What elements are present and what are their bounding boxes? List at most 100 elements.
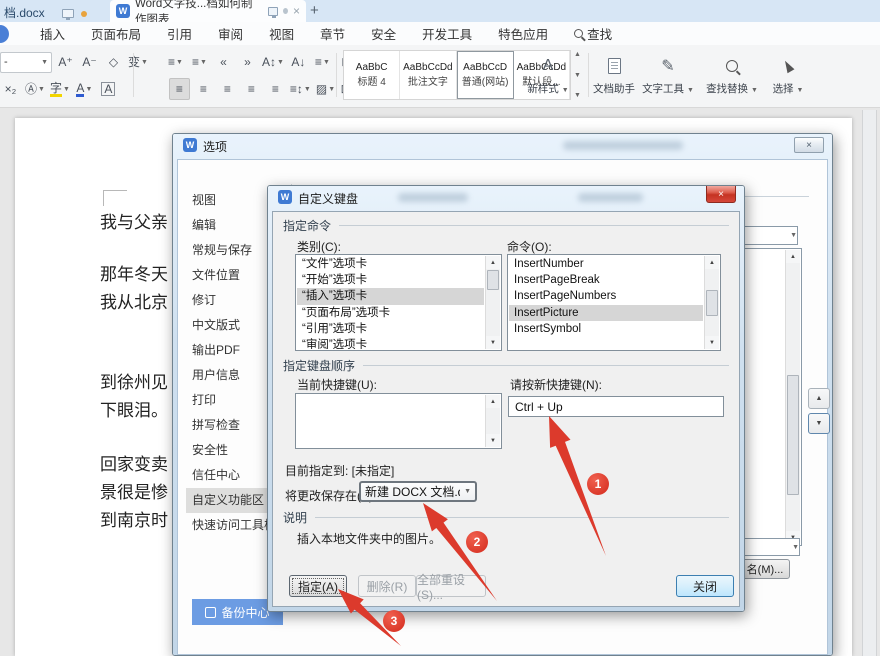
- document-vertical-scrollbar[interactable]: [862, 110, 877, 656]
- highlight-color-icon[interactable]: 字▼: [49, 78, 71, 100]
- keyboard-sequence-section-head: 指定键盘顺序: [283, 357, 729, 374]
- new-style-button[interactable]: A 新样式 ▼: [522, 53, 574, 99]
- category-item[interactable]: “审阅”选项卡: [297, 337, 484, 349]
- new-tab-button[interactable]: +: [310, 2, 319, 19]
- distribute-icon[interactable]: ≡: [265, 78, 286, 100]
- category-item[interactable]: “开始”选项卡: [297, 272, 484, 288]
- close-button[interactable]: 关闭: [676, 575, 734, 597]
- find-replace-button[interactable]: 查找替换 ▼: [706, 53, 758, 99]
- tab-close-icon[interactable]: ×: [293, 4, 300, 18]
- step-badge-2: 2: [466, 531, 488, 553]
- wrench-icon: ✎: [661, 56, 674, 76]
- menu-item[interactable]: 特色应用: [498, 24, 548, 43]
- justify-icon[interactable]: ≡: [241, 78, 262, 100]
- grow-font-icon[interactable]: A⁺: [55, 51, 76, 73]
- blur-artifact: [398, 193, 468, 202]
- clear-format-icon[interactable]: ◇: [103, 51, 124, 73]
- font-color-icon[interactable]: A▼: [74, 78, 95, 100]
- options-close-button[interactable]: ×: [794, 137, 824, 153]
- new-key-label: 请按新快捷键(N):: [510, 376, 602, 393]
- align-distribute-icon[interactable]: ≡▼: [312, 51, 333, 73]
- subscript-icon[interactable]: ×₂: [0, 78, 21, 100]
- command-item[interactable]: InsertPicture: [509, 305, 703, 321]
- pinyin-guide-icon[interactable]: 变▼: [127, 51, 149, 73]
- 标题 4[interactable]: AaBbC 标题 4: [344, 51, 400, 99]
- chevron-up-icon: ▲: [574, 51, 581, 58]
- category-item[interactable]: “页面布局”选项卡: [297, 305, 484, 321]
- new-shortcut-input[interactable]: [508, 396, 724, 417]
- text-tool-button[interactable]: ✎ 文字工具 ▼: [642, 53, 694, 99]
- assign-button[interactable]: 指定(A): [289, 575, 347, 597]
- command-listbox[interactable]: InsertNumberInsertPageBreakInsertPageNum…: [507, 254, 721, 351]
- ribbon-toolbar: -▼ A⁺ A⁻ ◇ 变▼ ≡▼ ≡▼: [0, 45, 880, 108]
- category-item[interactable]: “引用”选项卡: [297, 321, 484, 337]
- menu-item[interactable]: 视图: [269, 24, 294, 43]
- tab-other-document[interactable]: 档.docx: [4, 4, 87, 21]
- document-text-line: 下眼泪。: [100, 396, 172, 418]
- phonetic-icon[interactable]: Ⓐ▼: [24, 78, 46, 100]
- doc-assistant-button[interactable]: 文档助手: [588, 53, 640, 99]
- bullet-list-icon[interactable]: ≡▼: [165, 51, 186, 73]
- menu-item[interactable]: 页面布局: [91, 24, 141, 43]
- scroll-up-icon[interactable]: ▲: [705, 256, 719, 269]
- options-dialog-title: 选项: [203, 138, 227, 155]
- step-badge-1: 1: [587, 473, 609, 495]
- menu-item[interactable]: 引用: [167, 24, 192, 43]
- align-right-icon[interactable]: ≡: [217, 78, 238, 100]
- align-center-icon[interactable]: ≡: [193, 78, 214, 100]
- document-text-line: 到徐州见: [100, 368, 172, 390]
- save-in-dropdown[interactable]: 新建 DOCX 文档.docx ▼: [359, 481, 477, 502]
- command-item[interactable]: InsertPageNumbers: [509, 288, 703, 304]
- scroll-down-icon[interactable]: ▼: [705, 336, 719, 349]
- shading-icon[interactable]: ▨▼: [315, 78, 336, 100]
- tab-active-document[interactable]: W Word文字技...档如何制作图表 ×: [110, 0, 306, 22]
- unsaved-dot-icon: [81, 11, 87, 17]
- scroll-up-icon[interactable]: ▲: [486, 256, 500, 269]
- category-item[interactable]: “文件”选项卡: [297, 256, 484, 272]
- number-list-icon[interactable]: ≡▼: [189, 51, 210, 73]
- category-item[interactable]: “插入”选项卡: [297, 288, 484, 304]
- currently-assigned-text: 目前指定到: [未指定]: [285, 462, 394, 479]
- command-item[interactable]: InsertPageBreak: [509, 272, 703, 288]
- 普通(网站)[interactable]: AaBbCcD 普通(网站): [457, 51, 514, 99]
- menu-item[interactable]: 审阅: [218, 24, 243, 43]
- rename-button[interactable]: 名(M)...: [740, 559, 790, 579]
- current-keys-listbox[interactable]: ▲ ▼: [295, 393, 502, 449]
- scroll-up-icon[interactable]: ▲: [486, 395, 500, 408]
- select-button[interactable]: 选择 ▼: [762, 53, 814, 99]
- text-direction-icon[interactable]: A↕▼: [261, 51, 285, 73]
- scroll-down-icon[interactable]: ▼: [486, 434, 500, 447]
- scrollbar-thumb[interactable]: [787, 375, 799, 495]
- menu-item[interactable]: 开发工具: [422, 24, 472, 43]
- increase-indent-icon[interactable]: »: [237, 51, 258, 73]
- shrink-font-icon[interactable]: A⁻: [79, 51, 100, 73]
- command-item[interactable]: InsertNumber: [509, 256, 703, 272]
- scroll-up-icon[interactable]: ▲: [786, 250, 800, 263]
- menu-item[interactable]: 插入: [40, 24, 65, 43]
- keyboard-close-button[interactable]: ×: [706, 186, 736, 203]
- command-item[interactable]: InsertSymbol: [509, 321, 703, 337]
- 批注文字[interactable]: AaBbCcDd 批注文字: [400, 51, 456, 99]
- wps-logo-icon: W: [278, 190, 292, 204]
- move-up-button[interactable]: ▲: [808, 388, 830, 409]
- wps-logo-icon: W: [183, 138, 197, 152]
- scroll-down-icon[interactable]: ▼: [486, 336, 500, 349]
- reset-all-button[interactable]: 全部重设(S)...: [416, 575, 486, 597]
- font-size-combobox[interactable]: -▼: [0, 52, 52, 73]
- category-listbox[interactable]: “文件”选项卡“开始”选项卡“插入”选项卡“页面布局”选项卡“引用”选项卡“审阅…: [295, 254, 502, 351]
- menu-search[interactable]: 查找: [574, 24, 612, 43]
- line-spacing-icon[interactable]: ≡↕▼: [289, 78, 312, 100]
- menu-item[interactable]: 安全: [371, 24, 396, 43]
- scrollbar-thumb[interactable]: [706, 290, 718, 316]
- align-left-icon[interactable]: ≡: [169, 78, 190, 100]
- move-down-button[interactable]: ▼: [808, 413, 830, 434]
- keyboard-dialog-title: 自定义键盘: [298, 190, 358, 207]
- search-label: 查找: [587, 24, 612, 43]
- home-circle-icon[interactable]: [0, 25, 9, 43]
- remove-button[interactable]: 删除(R): [358, 575, 416, 597]
- scrollbar-thumb[interactable]: [487, 270, 499, 290]
- menu-item[interactable]: 章节: [320, 24, 345, 43]
- char-border-icon[interactable]: A: [98, 78, 119, 100]
- decrease-indent-icon[interactable]: «: [213, 51, 234, 73]
- sort-icon[interactable]: A↓: [288, 51, 309, 73]
